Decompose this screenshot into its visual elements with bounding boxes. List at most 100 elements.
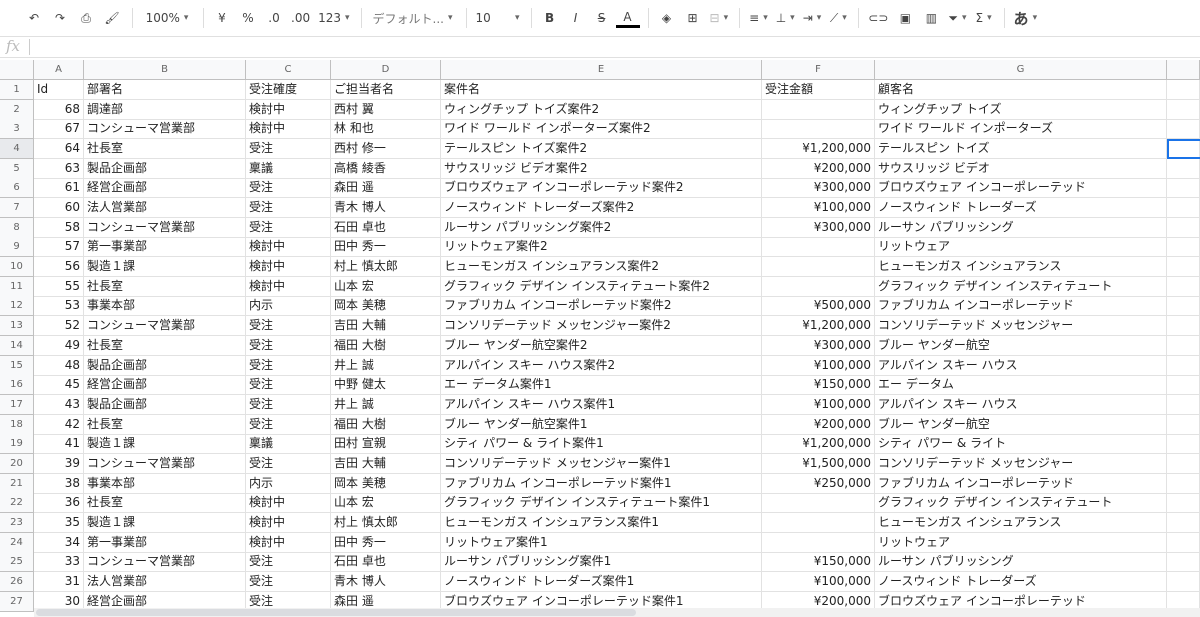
table-cell[interactable]: 林 和也 <box>331 119 441 140</box>
table-cell[interactable]: コンソリデーテッド メッセンジャー <box>875 316 1167 337</box>
table-cell[interactable]: 製品企画部 <box>84 158 246 179</box>
row-header[interactable]: 9 <box>0 237 34 258</box>
table-cell[interactable]: ファブリカム インコーポレーテッド <box>875 296 1167 317</box>
scrollbar-thumb[interactable] <box>36 609 636 616</box>
print-icon[interactable]: ⎙ <box>74 5 98 31</box>
table-cell[interactable]: 38 <box>34 473 84 494</box>
table-cell[interactable]: 田中 秀一 <box>331 237 441 258</box>
table-cell[interactable]: 田村 宣親 <box>331 434 441 455</box>
table-cell[interactable]: アルパイン スキー ハウス <box>875 394 1167 415</box>
table-cell[interactable] <box>762 237 875 258</box>
table-cell[interactable]: 法人営業部 <box>84 572 246 592</box>
number-format-select[interactable]: 123 <box>315 5 352 31</box>
table-cell[interactable]: リットウェア <box>875 532 1167 553</box>
table-cell[interactable]: ¥1,200,000 <box>762 434 875 455</box>
table-cell[interactable]: 受注 <box>246 453 331 474</box>
table-cell[interactable] <box>1167 552 1200 573</box>
table-cell[interactable]: 受注 <box>246 335 331 356</box>
table-cell[interactable]: 受注 <box>246 316 331 337</box>
table-cell[interactable]: コンシューマ営業部 <box>84 217 246 238</box>
table-cell[interactable]: ウィングチップ トイズ案件2 <box>441 99 762 120</box>
header-cell[interactable]: 顧客名 <box>875 80 1167 100</box>
table-cell[interactable]: 36 <box>34 493 84 514</box>
table-cell[interactable]: コンシューマ営業部 <box>84 552 246 573</box>
table-cell[interactable] <box>1167 217 1200 238</box>
table-cell[interactable] <box>1167 119 1200 140</box>
header-cell[interactable] <box>1167 80 1200 100</box>
table-cell[interactable]: コンシューマ営業部 <box>84 453 246 474</box>
table-cell[interactable] <box>1167 453 1200 474</box>
table-cell[interactable]: 受注 <box>246 394 331 415</box>
row-header[interactable]: 16 <box>0 375 34 396</box>
table-cell[interactable]: 稟議 <box>246 434 331 455</box>
table-cell[interactable]: 社長室 <box>84 414 246 435</box>
table-cell[interactable]: テールスピン トイズ案件2 <box>441 139 762 160</box>
redo-icon[interactable]: ↷ <box>48 5 72 31</box>
undo-icon[interactable]: ↶ <box>22 5 46 31</box>
table-cell[interactable]: ¥200,000 <box>762 158 875 179</box>
table-cell[interactable]: 受注 <box>246 375 331 396</box>
table-cell[interactable]: 内示 <box>246 296 331 317</box>
row-header[interactable]: 22 <box>0 493 34 514</box>
column-header-H[interactable] <box>1167 60 1200 80</box>
table-cell[interactable]: 社長室 <box>84 335 246 356</box>
table-cell[interactable]: ブルー ヤンダー航空案件1 <box>441 414 762 435</box>
row-header[interactable]: 6 <box>0 178 34 199</box>
table-cell[interactable]: 青木 博人 <box>331 572 441 592</box>
table-cell[interactable]: 社長室 <box>84 493 246 514</box>
currency-button[interactable]: ¥ <box>210 5 234 31</box>
table-cell[interactable]: 製造１課 <box>84 434 246 455</box>
table-cell[interactable]: コンソリデーテッド メッセンジャー案件1 <box>441 453 762 474</box>
row-header[interactable]: 5 <box>0 158 34 179</box>
table-cell[interactable]: ヒューモンガス インシュアランス <box>875 512 1167 533</box>
table-cell[interactable]: ワイド ワールド インポーターズ <box>875 119 1167 140</box>
table-cell[interactable]: 受注 <box>246 139 331 160</box>
table-cell[interactable]: コンソリデーテッド メッセンジャー <box>875 453 1167 474</box>
chart-icon[interactable]: ▥ <box>919 5 943 31</box>
table-cell[interactable]: 井上 誠 <box>331 355 441 376</box>
table-cell[interactable]: ヒューモンガス インシュアランス <box>875 257 1167 278</box>
table-cell[interactable]: ブルー ヤンダー航空 <box>875 335 1167 356</box>
table-cell[interactable]: 経営企画部 <box>84 375 246 396</box>
table-cell[interactable]: ノースウィンド トレーダーズ案件1 <box>441 572 762 592</box>
table-cell[interactable]: 福田 大樹 <box>331 335 441 356</box>
table-cell[interactable]: 57 <box>34 237 84 258</box>
table-cell[interactable]: ¥300,000 <box>762 335 875 356</box>
input-tools-button[interactable]: あ <box>1011 5 1041 31</box>
table-cell[interactable]: 検討中 <box>246 512 331 533</box>
table-cell[interactable]: アルパイン スキー ハウス <box>875 355 1167 376</box>
table-cell[interactable]: 調達部 <box>84 99 246 120</box>
table-cell[interactable]: ヒューモンガス インシュアランス案件1 <box>441 512 762 533</box>
table-cell[interactable]: エー データム <box>875 375 1167 396</box>
row-header[interactable]: 18 <box>0 414 34 435</box>
column-header-B[interactable]: B <box>84 60 246 80</box>
header-cell[interactable]: 部署名 <box>84 80 246 100</box>
link-icon[interactable]: ⊂⊃ <box>865 5 891 31</box>
table-cell[interactable]: 村上 慎太郎 <box>331 257 441 278</box>
table-cell[interactable]: 西村 修一 <box>331 139 441 160</box>
table-cell[interactable]: ファブリカム インコーポレーテッド案件1 <box>441 473 762 494</box>
table-cell[interactable]: 受注 <box>246 178 331 199</box>
table-cell[interactable] <box>1167 316 1200 337</box>
table-cell[interactable]: 35 <box>34 512 84 533</box>
table-cell[interactable]: 受注 <box>246 552 331 573</box>
table-cell[interactable]: ¥500,000 <box>762 296 875 317</box>
table-cell[interactable] <box>1167 178 1200 199</box>
row-header[interactable]: 14 <box>0 335 34 356</box>
table-cell[interactable]: ブルー ヤンダー航空 <box>875 414 1167 435</box>
increase-decimal-button[interactable]: .00 <box>288 5 313 31</box>
table-cell[interactable]: 社長室 <box>84 139 246 160</box>
table-cell[interactable]: 製造１課 <box>84 512 246 533</box>
table-cell[interactable]: コンソリデーテッド メッセンジャー案件2 <box>441 316 762 337</box>
table-cell[interactable]: 42 <box>34 414 84 435</box>
header-cell[interactable]: 受注確度 <box>246 80 331 100</box>
table-cell[interactable]: 受注 <box>246 355 331 376</box>
table-cell[interactable]: 63 <box>34 158 84 179</box>
table-cell[interactable] <box>1167 158 1200 179</box>
table-cell[interactable]: 田中 秀一 <box>331 532 441 553</box>
table-cell[interactable]: 61 <box>34 178 84 199</box>
table-cell[interactable]: 高橋 綾香 <box>331 158 441 179</box>
row-header[interactable]: 1 <box>0 80 34 100</box>
table-cell[interactable]: リットウェア <box>875 237 1167 258</box>
table-cell[interactable]: 58 <box>34 217 84 238</box>
